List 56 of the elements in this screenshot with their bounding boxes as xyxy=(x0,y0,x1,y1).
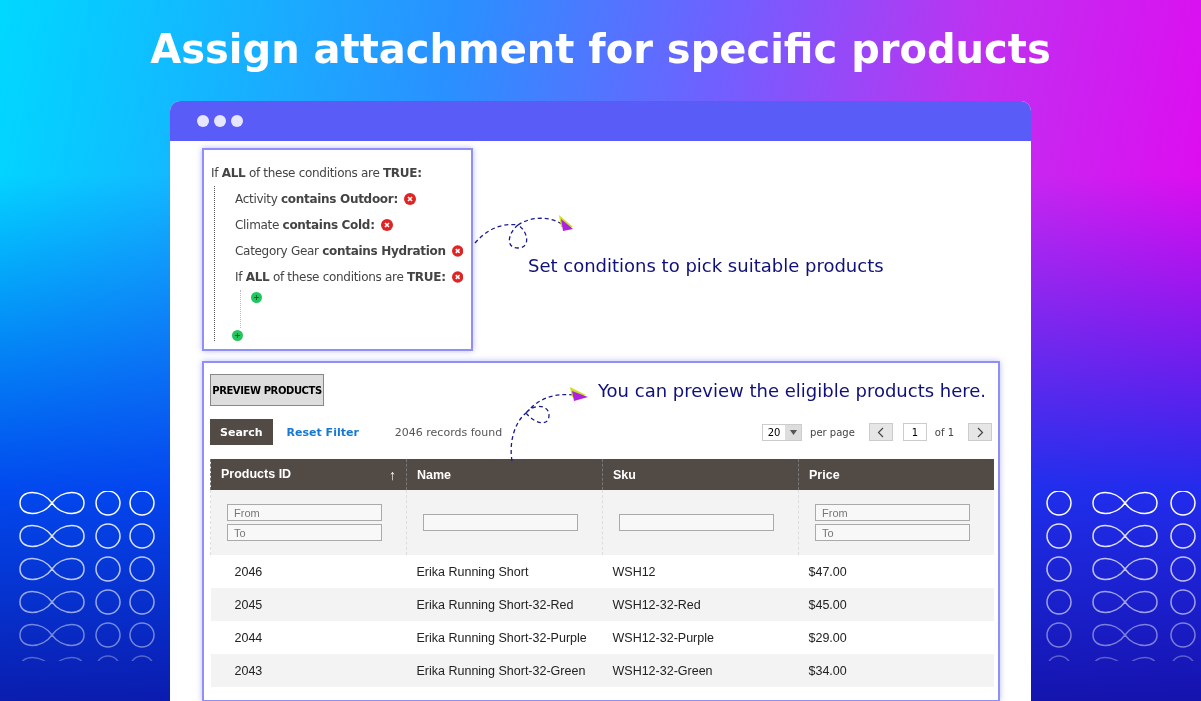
table-cell: Erika Running Short-32-Red xyxy=(416,597,574,612)
table-cell: 2046 xyxy=(234,564,263,579)
table-cell: $45.00 xyxy=(808,597,847,612)
next-page-button[interactable] xyxy=(968,423,992,441)
page-number-field[interactable]: 1 xyxy=(902,423,927,441)
table-cell: Erika Running Short-32-Purple xyxy=(416,630,587,645)
range-field[interactable]: From xyxy=(815,504,970,521)
per-page-select[interactable]: 20 xyxy=(762,423,803,441)
chevron-right-icon xyxy=(976,426,984,438)
filter-field[interactable] xyxy=(619,514,774,531)
window-dot xyxy=(197,115,209,127)
add-icon[interactable] xyxy=(251,292,262,303)
window-dot xyxy=(214,115,226,127)
table-cell: WSH12-32-Purple xyxy=(612,630,714,645)
window-dot xyxy=(231,115,243,127)
condition-text: If ALL of these conditions are TRUE: xyxy=(235,270,446,284)
condition-text: Climate contains Cold: xyxy=(235,218,375,232)
add-icon[interactable] xyxy=(232,330,243,341)
remove-icon[interactable] xyxy=(403,193,416,205)
table-cell: WSH12-32-Red xyxy=(612,597,701,612)
filter-field[interactable] xyxy=(423,514,578,531)
remove-icon[interactable] xyxy=(451,271,463,283)
column-header[interactable]: Products ID ↑ xyxy=(210,459,407,490)
preview-products-button[interactable]: PREVIEW PRODUCTS xyxy=(210,374,324,406)
range-field[interactable]: To xyxy=(227,524,382,541)
range-field[interactable]: To xyxy=(815,524,970,541)
previous-page-button[interactable] xyxy=(868,423,893,441)
caret-icon xyxy=(789,429,797,435)
table-cell: $47.00 xyxy=(808,564,847,579)
page-total: of 1 xyxy=(934,426,954,438)
annotation-text: Set conditions to pick suitable products xyxy=(528,255,884,276)
remove-icon[interactable] xyxy=(380,219,393,231)
table-cell: 2044 xyxy=(234,630,263,645)
table-cell: WSH12-32-Green xyxy=(612,663,713,678)
table-cell: 2043 xyxy=(234,663,263,678)
condition-text: Activity contains Outdoor: xyxy=(235,192,398,206)
reset-filter-link[interactable]: Reset Filter xyxy=(286,425,359,439)
condition-header: If ALL of these conditions are TRUE: xyxy=(211,166,422,180)
search-button[interactable]: Search xyxy=(210,419,273,445)
table-cell: 2045 xyxy=(234,597,263,612)
records-count: 2046 records found xyxy=(394,425,503,439)
condition-text: Category Gear contains Hydration xyxy=(235,244,446,258)
remove-icon[interactable] xyxy=(451,245,463,257)
per-page-label: per page xyxy=(810,426,855,438)
column-header[interactable]: Price xyxy=(798,459,994,490)
table-cell: $29.00 xyxy=(808,630,847,645)
table-cell: Erika Running Short xyxy=(416,564,529,579)
chevron-left-icon xyxy=(877,426,885,438)
table-cell: WSH12 xyxy=(612,564,656,579)
annotation-text: You can preview the eligible products here. xyxy=(598,379,987,401)
headline: Assign attachment for specific products xyxy=(149,25,1052,74)
table-cell: Erika Running Short-32-Green xyxy=(416,663,586,678)
table-cell: $34.00 xyxy=(808,663,847,678)
column-header[interactable]: Sku xyxy=(602,459,799,490)
column-header[interactable]: Name xyxy=(406,459,603,490)
range-field[interactable]: From xyxy=(227,504,382,521)
